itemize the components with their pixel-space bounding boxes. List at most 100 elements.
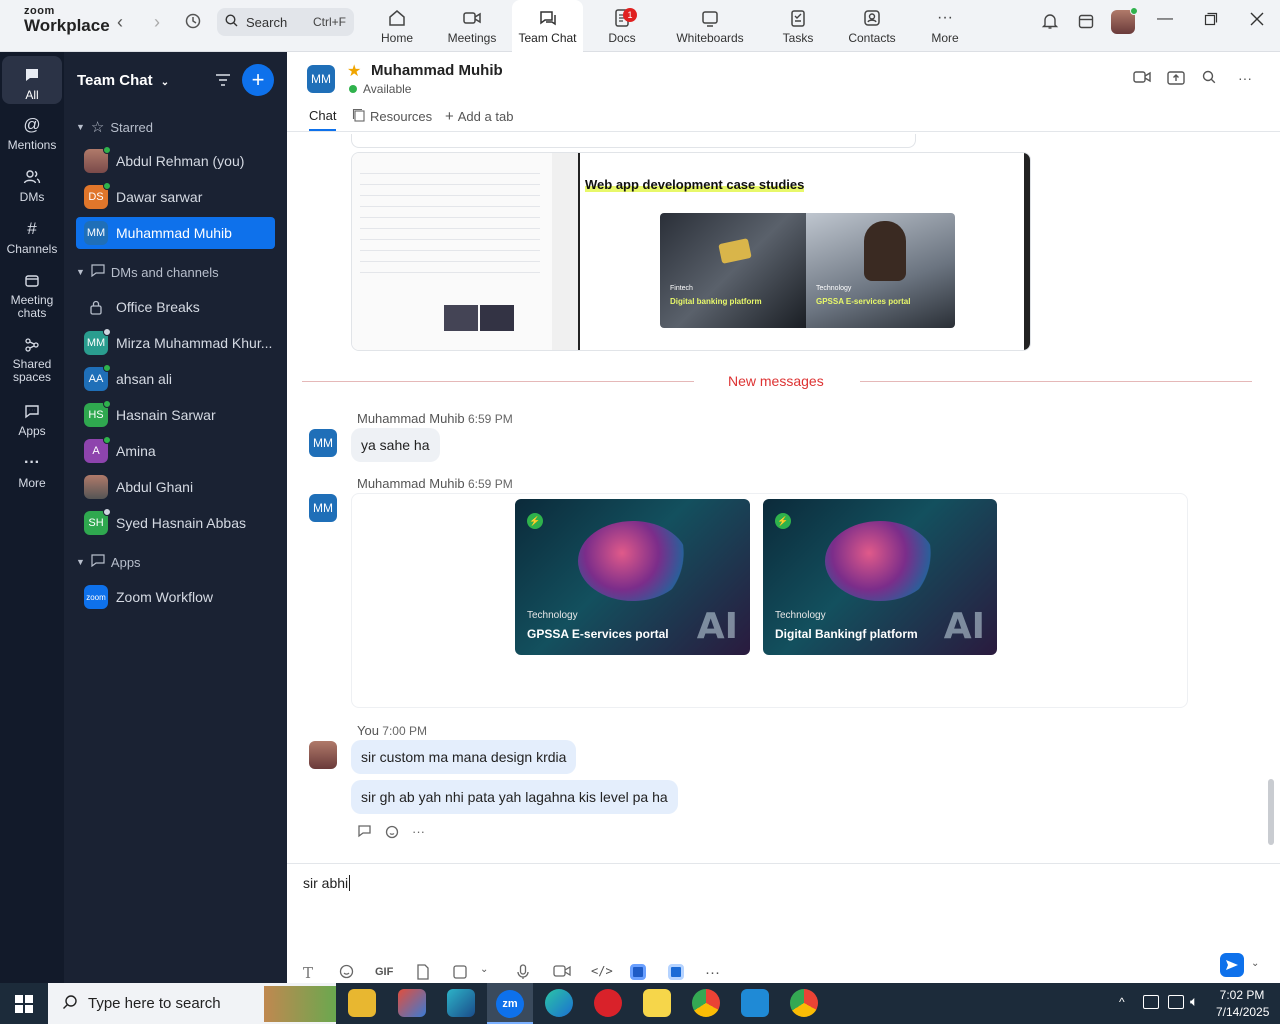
- message-input[interactable]: sir abhi: [303, 875, 351, 891]
- sender-avatar[interactable]: MM: [309, 429, 337, 457]
- sender-avatar[interactable]: MM: [309, 494, 337, 522]
- close-icon[interactable]: [1245, 12, 1269, 31]
- zoom-taskbar-button[interactable]: zm: [487, 983, 533, 1024]
- tab-meetings[interactable]: Meetings: [442, 0, 502, 52]
- code-snippet-icon[interactable]: </>: [591, 964, 613, 978]
- section-starred[interactable]: ▼ ☆ Starred: [76, 118, 153, 136]
- history-icon[interactable]: [181, 12, 205, 35]
- star-filled-icon[interactable]: ★: [347, 61, 361, 81]
- send-options-chevron-icon[interactable]: ⌄: [1251, 958, 1259, 969]
- screenshot-dropdown-icon[interactable]: ⌄: [480, 964, 488, 975]
- add-reaction-icon[interactable]: [385, 824, 400, 842]
- message-composer: sir abhi T GIF ⌄ </> ··· ⌄: [287, 863, 1280, 983]
- share-screen-icon[interactable]: [1166, 70, 1186, 90]
- sidebar-item[interactable]: A Amina: [76, 435, 275, 467]
- video-message-icon[interactable]: [553, 964, 571, 981]
- sidebar-item[interactable]: Abdul Rehman (you): [76, 145, 275, 177]
- sidebar-item[interactable]: HS Hasnain Sarwar: [76, 399, 275, 431]
- back-arrow-icon[interactable]: ‹: [108, 12, 132, 33]
- more-actions-icon[interactable]: ···: [412, 824, 425, 842]
- rail-meeting-chats[interactable]: Meeting chats: [2, 270, 62, 320]
- contact-avatar[interactable]: MM: [307, 65, 335, 93]
- system-clock[interactable]: 7:02 PM 7/14/2025: [1216, 987, 1269, 1021]
- message-bubble[interactable]: sir gh ab yah nhi pata yah lagahna kis l…: [351, 780, 678, 814]
- rail-apps[interactable]: Apps: [2, 400, 62, 438]
- filter-icon[interactable]: [214, 72, 232, 91]
- gif-button[interactable]: GIF: [375, 966, 393, 978]
- sidebar-item[interactable]: Office Breaks: [76, 291, 275, 323]
- app-icon-blue-alt[interactable]: [668, 964, 684, 983]
- image-card-banking[interactable]: ⚡ Technology Digital Bankingf platform A…: [763, 499, 997, 655]
- tray-chevron-icon[interactable]: ^: [1119, 995, 1125, 1009]
- search-box[interactable]: Search Ctrl+F: [217, 8, 354, 36]
- sidebar-item[interactable]: Abdul Ghani: [76, 471, 275, 503]
- screenshot-icon[interactable]: [452, 964, 468, 983]
- sticky-notes-icon[interactable]: [643, 989, 671, 1017]
- notification-bell-icon[interactable]: [1038, 12, 1062, 35]
- section-dms-channels[interactable]: ▼ DMs and channels: [76, 264, 219, 280]
- sidebar-item[interactable]: SH Syed Hasnain Abbas: [76, 507, 275, 539]
- send-button[interactable]: [1220, 953, 1244, 977]
- contact-name[interactable]: Muhammad Muhib: [371, 62, 503, 79]
- sidebar-title[interactable]: Team Chat ⌄: [77, 72, 169, 89]
- reply-icon[interactable]: [357, 824, 373, 842]
- rail-all[interactable]: All: [2, 56, 62, 104]
- tray-app-icon[interactable]: [1143, 995, 1159, 1009]
- sidebar-item[interactable]: MM Muhammad Muhib: [76, 217, 275, 249]
- image-card-gpssa[interactable]: ⚡ Technology GPSSA E-services portal AI: [515, 499, 750, 655]
- tab-more[interactable]: ··· More: [928, 0, 962, 52]
- more-options-icon[interactable]: ···: [1235, 70, 1255, 90]
- section-apps[interactable]: ▼ Apps: [76, 554, 141, 570]
- my-avatar[interactable]: [309, 741, 337, 769]
- sidebar-item[interactable]: DS Dawar sarwar: [76, 181, 275, 213]
- maximize-icon[interactable]: [1199, 12, 1223, 31]
- new-chat-button[interactable]: +: [242, 64, 274, 96]
- file-explorer-icon[interactable]: [348, 989, 376, 1017]
- calendar-icon[interactable]: [1074, 12, 1098, 35]
- chrome-icon[interactable]: [692, 989, 720, 1017]
- opera-icon[interactable]: [594, 989, 622, 1017]
- sidebar-item[interactable]: MM Mirza Muhammad Khur...: [76, 327, 275, 359]
- tab-tasks[interactable]: Tasks: [779, 0, 817, 52]
- user-avatar[interactable]: [1111, 7, 1138, 34]
- add-tab-button[interactable]: + Add a tab: [445, 108, 513, 125]
- tab-resources[interactable]: Resources: [352, 108, 432, 125]
- chrome-icon-2[interactable]: [790, 989, 818, 1017]
- tab-team-chat[interactable]: Team Chat: [512, 0, 583, 52]
- sidebar-item[interactable]: zoom Zoom Workflow: [76, 581, 275, 613]
- volume-icon[interactable]: 🔈︎: [1190, 993, 1198, 1010]
- presence-dot: [103, 400, 111, 408]
- app-diamond-icon[interactable]: [447, 989, 475, 1017]
- tab-whiteboards[interactable]: Whiteboards: [672, 0, 748, 52]
- video-call-icon[interactable]: [1132, 70, 1152, 90]
- rail-mentions[interactable]: @ Mentions: [2, 114, 62, 152]
- taskbar-search-box[interactable]: Type here to search: [48, 983, 336, 1024]
- rail-more[interactable]: ··· More: [2, 452, 62, 490]
- network-icon[interactable]: [1168, 995, 1184, 1009]
- format-text-icon[interactable]: T: [303, 964, 313, 982]
- chat-scrollbar[interactable]: [1268, 779, 1274, 845]
- forward-arrow-icon[interactable]: ›: [145, 12, 169, 33]
- minimize-icon[interactable]: —: [1153, 10, 1177, 28]
- tab-home[interactable]: Home: [372, 0, 422, 52]
- search-icon[interactable]: [1199, 70, 1219, 90]
- snipping-tool-icon[interactable]: [398, 989, 426, 1017]
- windows-start-icon[interactable]: [15, 995, 33, 1016]
- rail-channels[interactable]: # Channels: [2, 218, 62, 256]
- edge-icon[interactable]: [545, 989, 573, 1017]
- shared-screenshot[interactable]: Web app development case studies Fintech…: [351, 152, 1031, 351]
- message-bubble[interactable]: ya sahe ha: [351, 428, 440, 462]
- message-bubble[interactable]: sir custom ma mana design krdia: [351, 740, 577, 774]
- rail-dms[interactable]: DMs: [2, 166, 62, 204]
- rail-shared-spaces[interactable]: Shared spaces: [2, 334, 62, 384]
- tab-chat[interactable]: Chat: [309, 108, 337, 131]
- more-tools-icon[interactable]: ···: [705, 964, 720, 981]
- microphone-icon[interactable]: [517, 964, 529, 983]
- tab-docs[interactable]: 1 Docs: [602, 0, 642, 52]
- vscode-icon[interactable]: [741, 989, 769, 1017]
- tab-contacts[interactable]: Contacts: [846, 0, 898, 52]
- sidebar-item[interactable]: AA ahsan ali: [76, 363, 275, 395]
- file-icon[interactable]: [416, 964, 430, 983]
- app-icon-blue[interactable]: [630, 964, 646, 983]
- emoji-icon[interactable]: [339, 964, 354, 982]
